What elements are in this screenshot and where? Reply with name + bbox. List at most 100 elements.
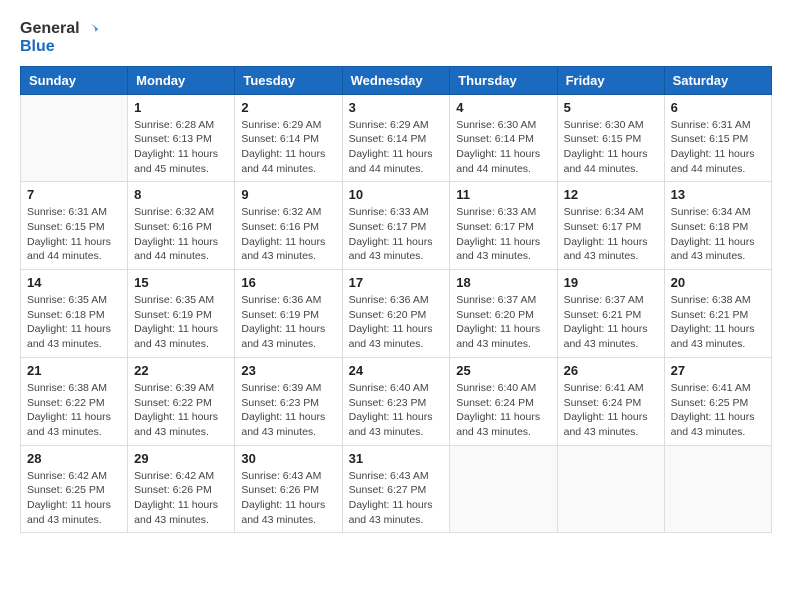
calendar-cell: 19Sunrise: 6:37 AMSunset: 6:21 PMDayligh… bbox=[557, 270, 664, 358]
day-info: Sunrise: 6:38 AMSunset: 6:21 PMDaylight:… bbox=[671, 293, 765, 352]
calendar-cell: 4 Sunrise: 6:30 AMSunset: 6:14 PMDaylight… bbox=[450, 94, 557, 182]
logo-bird-icon bbox=[82, 20, 100, 38]
calendar-cell: 12Sunrise: 6:34 AMSunset: 6:17 PMDayligh… bbox=[557, 182, 664, 270]
weekday-header-tuesday: Tuesday bbox=[235, 66, 342, 94]
day-number: 29 bbox=[134, 451, 228, 466]
calendar-cell: 1 Sunrise: 6:28 AMSunset: 6:13 PMDaylight… bbox=[128, 94, 235, 182]
logo-text: General Blue bbox=[20, 20, 100, 56]
day-info: Sunrise: 6:41 AMSunset: 6:24 PMDaylight:… bbox=[564, 381, 658, 440]
day-number: 8 bbox=[134, 187, 228, 202]
weekday-header-wednesday: Wednesday bbox=[342, 66, 450, 94]
day-info: Sunrise: 6:29 AMSunset: 6:14 PMDaylight:… bbox=[349, 118, 444, 177]
calendar-cell: 31 Sunrise: 6:43 AMSunset: 6:27 PMDayligh… bbox=[342, 445, 450, 533]
weekday-header-monday: Monday bbox=[128, 66, 235, 94]
day-number: 22 bbox=[134, 363, 228, 378]
calendar-cell: 17 Sunrise: 6:36 AMSunset: 6:20 PMDayligh… bbox=[342, 270, 450, 358]
weekday-header-friday: Friday bbox=[557, 66, 664, 94]
calendar-cell: 15 Sunrise: 6:35 AMSunset: 6:19 PMDayligh… bbox=[128, 270, 235, 358]
weekday-header-saturday: Saturday bbox=[664, 66, 771, 94]
day-info: Sunrise: 6:37 AMSunset: 6:21 PMDaylight:… bbox=[564, 293, 658, 352]
calendar-cell: 8Sunrise: 6:32 AMSunset: 6:16 PMDaylight… bbox=[128, 182, 235, 270]
day-number: 24 bbox=[349, 363, 444, 378]
week-row-2: 7Sunrise: 6:31 AMSunset: 6:15 PMDaylight… bbox=[21, 182, 772, 270]
calendar-cell: 27 Sunrise: 6:41 AMSunset: 6:25 PMDayligh… bbox=[664, 357, 771, 445]
calendar-cell bbox=[664, 445, 771, 533]
logo: General Blue bbox=[20, 20, 100, 56]
day-number: 14 bbox=[27, 275, 121, 290]
day-info: Sunrise: 6:43 AMSunset: 6:26 PMDaylight:… bbox=[241, 469, 335, 528]
calendar-cell: 6 Sunrise: 6:31 AMSunset: 6:15 PMDaylight… bbox=[664, 94, 771, 182]
calendar-cell: 22Sunrise: 6:39 AMSunset: 6:22 PMDayligh… bbox=[128, 357, 235, 445]
day-info: Sunrise: 6:35 AMSunset: 6:18 PMDaylight:… bbox=[27, 293, 121, 352]
calendar-cell: 29 Sunrise: 6:42 AMSunset: 6:26 PMDayligh… bbox=[128, 445, 235, 533]
calendar-cell: 14 Sunrise: 6:35 AMSunset: 6:18 PMDayligh… bbox=[21, 270, 128, 358]
week-row-5: 28Sunrise: 6:42 AMSunset: 6:25 PMDayligh… bbox=[21, 445, 772, 533]
calendar-cell: 13 Sunrise: 6:34 AMSunset: 6:18 PMDayligh… bbox=[664, 182, 771, 270]
day-info: Sunrise: 6:33 AMSunset: 6:17 PMDaylight:… bbox=[349, 205, 444, 264]
calendar-cell: 28Sunrise: 6:42 AMSunset: 6:25 PMDayligh… bbox=[21, 445, 128, 533]
day-number: 11 bbox=[456, 187, 550, 202]
day-info: Sunrise: 6:43 AMSunset: 6:27 PMDaylight:… bbox=[349, 469, 444, 528]
day-info: Sunrise: 6:34 AMSunset: 6:17 PMDaylight:… bbox=[564, 205, 658, 264]
weekday-header-sunday: Sunday bbox=[21, 66, 128, 94]
calendar-cell: 10 Sunrise: 6:33 AMSunset: 6:17 PMDayligh… bbox=[342, 182, 450, 270]
day-number: 23 bbox=[241, 363, 335, 378]
day-info: Sunrise: 6:30 AMSunset: 6:15 PMDaylight:… bbox=[564, 118, 658, 177]
day-info: Sunrise: 6:40 AMSunset: 6:23 PMDaylight:… bbox=[349, 381, 444, 440]
calendar-cell: 5 Sunrise: 6:30 AMSunset: 6:15 PMDaylight… bbox=[557, 94, 664, 182]
calendar-cell: 26 Sunrise: 6:41 AMSunset: 6:24 PMDayligh… bbox=[557, 357, 664, 445]
day-info: Sunrise: 6:41 AMSunset: 6:25 PMDaylight:… bbox=[671, 381, 765, 440]
day-number: 28 bbox=[27, 451, 121, 466]
day-number: 30 bbox=[241, 451, 335, 466]
calendar-cell: 21 Sunrise: 6:38 AMSunset: 6:22 PMDayligh… bbox=[21, 357, 128, 445]
day-info: Sunrise: 6:31 AMSunset: 6:15 PMDaylight:… bbox=[671, 118, 765, 177]
day-number: 18 bbox=[456, 275, 550, 290]
day-info: Sunrise: 6:40 AMSunset: 6:24 PMDaylight:… bbox=[456, 381, 550, 440]
day-info: Sunrise: 6:34 AMSunset: 6:18 PMDaylight:… bbox=[671, 205, 765, 264]
day-number: 20 bbox=[671, 275, 765, 290]
calendar-cell: 30 Sunrise: 6:43 AMSunset: 6:26 PMDayligh… bbox=[235, 445, 342, 533]
calendar-cell: 7Sunrise: 6:31 AMSunset: 6:15 PMDaylight… bbox=[21, 182, 128, 270]
day-number: 7 bbox=[27, 187, 121, 202]
day-number: 21 bbox=[27, 363, 121, 378]
calendar-cell bbox=[557, 445, 664, 533]
day-number: 9 bbox=[241, 187, 335, 202]
calendar-cell: 11Sunrise: 6:33 AMSunset: 6:17 PMDayligh… bbox=[450, 182, 557, 270]
week-row-4: 21 Sunrise: 6:38 AMSunset: 6:22 PMDayligh… bbox=[21, 357, 772, 445]
day-info: Sunrise: 6:28 AMSunset: 6:13 PMDaylight:… bbox=[134, 118, 228, 177]
calendar-cell: 24 Sunrise: 6:40 AMSunset: 6:23 PMDayligh… bbox=[342, 357, 450, 445]
day-number: 27 bbox=[671, 363, 765, 378]
calendar-cell: 2 Sunrise: 6:29 AMSunset: 6:14 PMDaylight… bbox=[235, 94, 342, 182]
day-number: 2 bbox=[241, 100, 335, 115]
day-number: 25 bbox=[456, 363, 550, 378]
day-number: 5 bbox=[564, 100, 658, 115]
day-number: 4 bbox=[456, 100, 550, 115]
day-info: Sunrise: 6:36 AMSunset: 6:19 PMDaylight:… bbox=[241, 293, 335, 352]
calendar-cell: 16 Sunrise: 6:36 AMSunset: 6:19 PMDayligh… bbox=[235, 270, 342, 358]
calendar-cell bbox=[450, 445, 557, 533]
calendar-table: SundayMondayTuesdayWednesdayThursdayFrid… bbox=[20, 66, 772, 534]
week-row-3: 14 Sunrise: 6:35 AMSunset: 6:18 PMDayligh… bbox=[21, 270, 772, 358]
day-info: Sunrise: 6:36 AMSunset: 6:20 PMDaylight:… bbox=[349, 293, 444, 352]
day-number: 16 bbox=[241, 275, 335, 290]
day-info: Sunrise: 6:38 AMSunset: 6:22 PMDaylight:… bbox=[27, 381, 121, 440]
day-info: Sunrise: 6:30 AMSunset: 6:14 PMDaylight:… bbox=[456, 118, 550, 177]
day-info: Sunrise: 6:29 AMSunset: 6:14 PMDaylight:… bbox=[241, 118, 335, 177]
day-number: 6 bbox=[671, 100, 765, 115]
day-info: Sunrise: 6:35 AMSunset: 6:19 PMDaylight:… bbox=[134, 293, 228, 352]
page-header: General Blue bbox=[20, 20, 772, 56]
day-number: 17 bbox=[349, 275, 444, 290]
day-number: 1 bbox=[134, 100, 228, 115]
calendar-cell bbox=[21, 94, 128, 182]
calendar-cell: 23 Sunrise: 6:39 AMSunset: 6:23 PMDayligh… bbox=[235, 357, 342, 445]
day-number: 3 bbox=[349, 100, 444, 115]
day-info: Sunrise: 6:39 AMSunset: 6:23 PMDaylight:… bbox=[241, 381, 335, 440]
day-number: 10 bbox=[349, 187, 444, 202]
day-number: 31 bbox=[349, 451, 444, 466]
weekday-header-row: SundayMondayTuesdayWednesdayThursdayFrid… bbox=[21, 66, 772, 94]
day-number: 26 bbox=[564, 363, 658, 378]
day-number: 13 bbox=[671, 187, 765, 202]
day-info: Sunrise: 6:42 AMSunset: 6:26 PMDaylight:… bbox=[134, 469, 228, 528]
day-number: 15 bbox=[134, 275, 228, 290]
calendar-cell: 18Sunrise: 6:37 AMSunset: 6:20 PMDayligh… bbox=[450, 270, 557, 358]
